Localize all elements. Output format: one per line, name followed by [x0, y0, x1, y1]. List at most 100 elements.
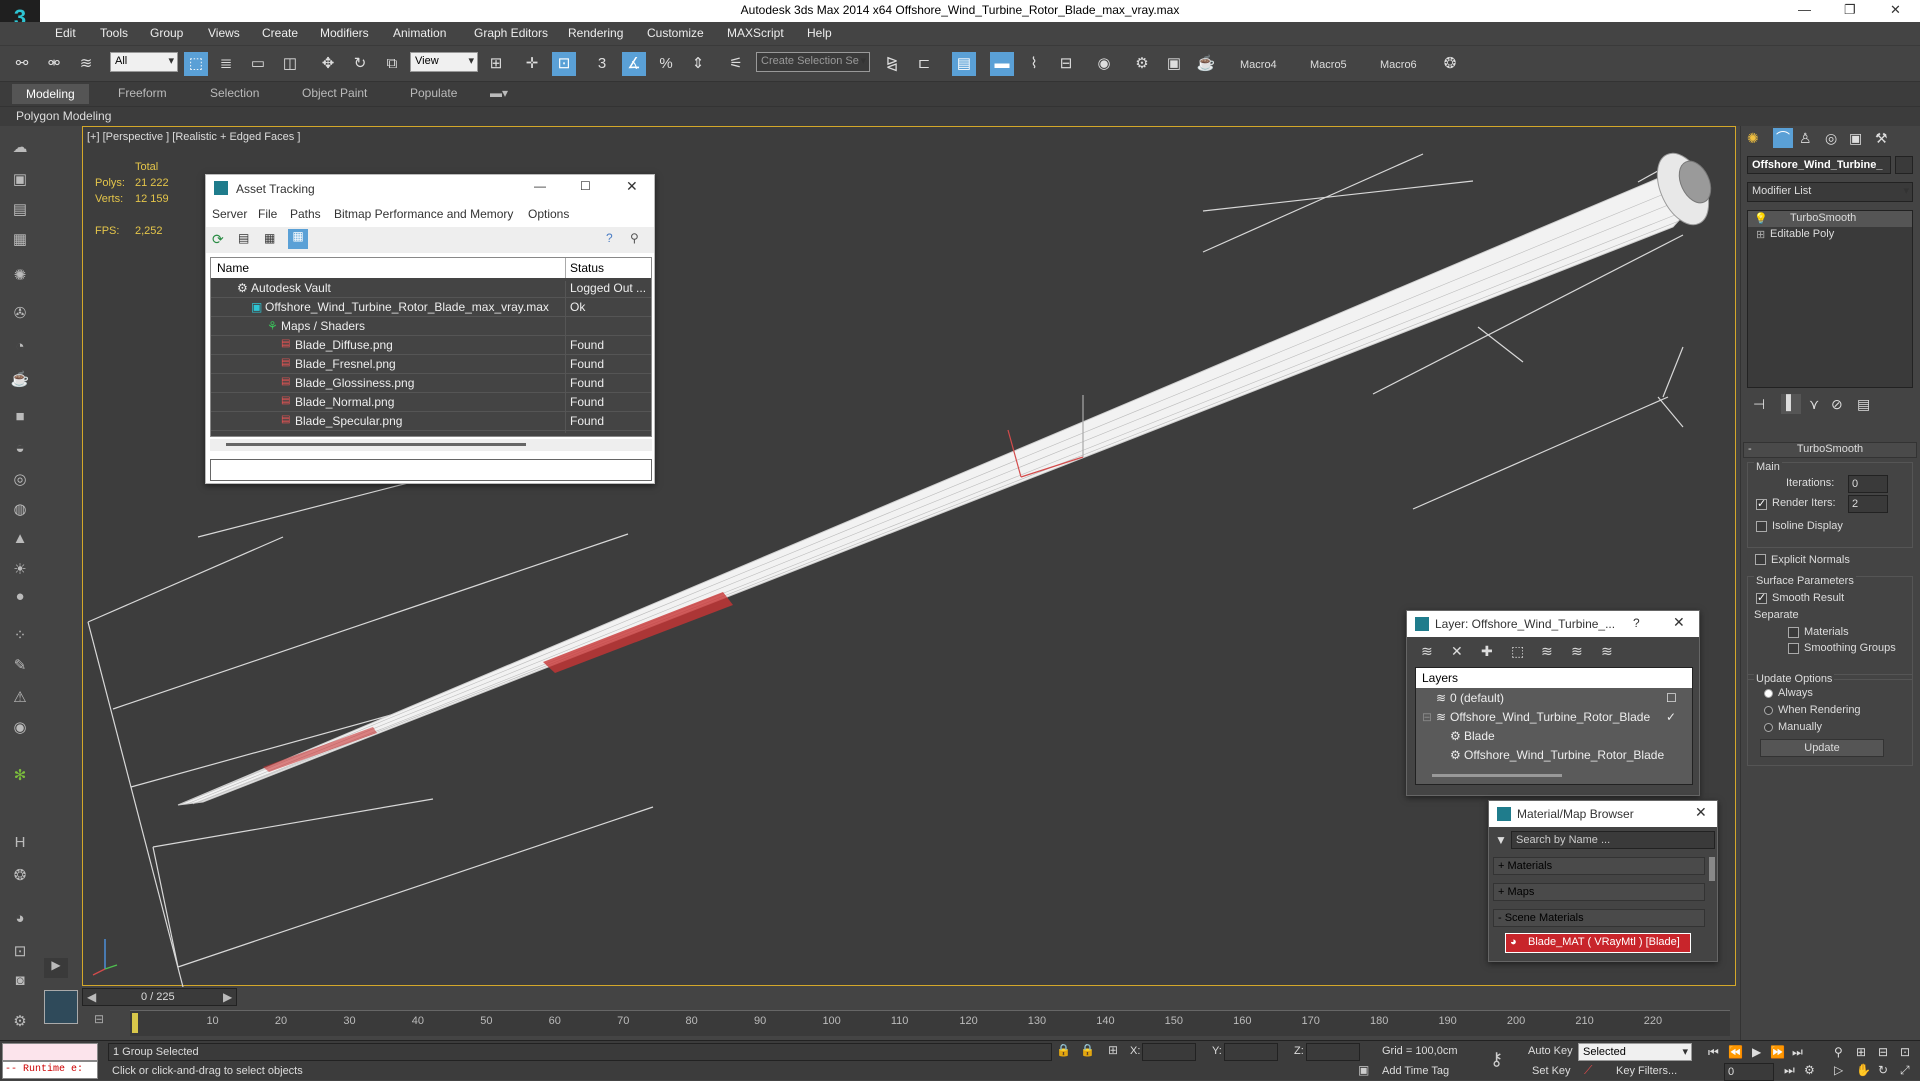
zoom-all-icon[interactable]: ⊞ — [1856, 1045, 1866, 1059]
materials-checkbox[interactable] — [1788, 627, 1799, 638]
table-icon[interactable]: ▦ — [288, 229, 308, 249]
object-color-swatch[interactable] — [1895, 156, 1913, 174]
menu-help[interactable]: Help — [807, 26, 832, 40]
layer-dialog-titlebar[interactable]: Layer: Offshore_Wind_Turbine_... ? ✕ — [1407, 611, 1699, 637]
close-icon[interactable]: ✕ — [626, 178, 638, 195]
at-menu-paths[interactable]: Paths — [290, 207, 321, 221]
hierarchy-tab-icon[interactable]: ♙ — [1799, 130, 1812, 147]
maximize-viewport-icon[interactable]: ⤢ — [1900, 1063, 1910, 1078]
smooth-result-checkbox[interactable] — [1756, 591, 1767, 604]
named-selection-set-input[interactable]: Create Selection Se — [756, 52, 870, 72]
bind-space-warp-icon[interactable]: ≋ — [74, 52, 98, 76]
isolate-icon[interactable]: 🔒 — [1056, 1043, 1071, 1057]
render-production-icon[interactable]: ☕ — [1194, 52, 1218, 76]
next-key-icon[interactable]: ⏩ — [1770, 1045, 1785, 1059]
toggle-ribbon-icon[interactable]: ▬ — [990, 52, 1014, 76]
macro5-button[interactable]: Macro5 — [1310, 59, 1347, 71]
pin-icon[interactable]: ⚲ — [630, 231, 639, 245]
close-icon[interactable]: ✕ — [1890, 2, 1901, 18]
mirror-icon[interactable]: ⧎ — [880, 52, 904, 76]
asset-row-map[interactable]: ▤ Blade_Normal.png Found — [211, 393, 651, 414]
asset-row-maps[interactable]: ⚘ Maps / Shaders — [211, 317, 651, 338]
asset-row-max-file[interactable]: ▣ Offshore_Wind_Turbine_Rotor_Blade_max_… — [211, 298, 651, 319]
set-key-button[interactable]: Set Key — [1532, 1065, 1571, 1077]
cylinder-icon[interactable]: ◍ — [8, 500, 32, 522]
shading-icon[interactable]: ◕ — [8, 910, 32, 932]
modify-tab-icon[interactable]: ⌒ — [1773, 128, 1793, 148]
unlink-icon[interactable]: ⚮ — [42, 52, 66, 76]
ref-coord-dropdown[interactable]: View — [410, 52, 478, 72]
light-icon[interactable]: ✺ — [8, 266, 32, 288]
col-status-header[interactable]: Status — [565, 258, 608, 278]
menu-views[interactable]: Views — [208, 26, 240, 40]
keyboard-shortcut-icon[interactable]: ⊡ — [552, 52, 576, 76]
pan-icon[interactable]: ✋ — [1856, 1063, 1871, 1077]
asset-row-map[interactable]: ▤ Blade_Glossiness.png Found — [211, 374, 651, 395]
orbit-icon[interactable]: ↻ — [1878, 1063, 1888, 1077]
help-icon[interactable]: ? — [1633, 616, 1640, 630]
explicit-normals-checkbox[interactable] — [1755, 554, 1766, 565]
menu-edit[interactable]: Edit — [55, 26, 76, 40]
minimize-icon[interactable]: — — [1798, 2, 1811, 17]
absolute-mode-icon[interactable]: ⊞ — [1108, 1043, 1118, 1057]
z-coord-field[interactable] — [1306, 1043, 1360, 1061]
sphere-icon[interactable]: ◒ — [8, 440, 32, 462]
layer-row[interactable]: ⚙ Offshore_Wind_Turbine_Rotor_Blade — [1416, 746, 1692, 765]
bulb-icon[interactable]: 💡 — [1754, 212, 1768, 225]
mat-scrollbar[interactable] — [1709, 857, 1715, 881]
torus-icon[interactable]: ◎ — [8, 470, 32, 492]
manually-radio[interactable] — [1764, 723, 1773, 732]
isoline-checkbox[interactable] — [1756, 521, 1767, 532]
group-maps[interactable]: + Maps — [1493, 883, 1705, 901]
tree-icon[interactable]: ▦ — [264, 231, 275, 245]
align-icon[interactable]: ⊏ — [912, 52, 936, 76]
sun-icon[interactable]: ☀ — [8, 560, 32, 582]
move-icon[interactable]: ✥ — [316, 52, 340, 76]
current-frame-field[interactable]: 0 — [1724, 1063, 1774, 1081]
window-crossing-icon[interactable]: ◫ — [278, 52, 302, 76]
render-icon[interactable]: ▣ — [8, 170, 32, 192]
selection-filter-dropdown[interactable]: All — [110, 52, 178, 72]
layers-header-label[interactable]: Layers — [1422, 671, 1458, 685]
minimize-icon[interactable]: — — [534, 179, 546, 193]
at-menu-server[interactable]: Server — [212, 207, 247, 221]
tab-freeform[interactable]: Freeform — [118, 86, 167, 100]
auto-key-button[interactable]: Auto Key — [1528, 1045, 1573, 1057]
object-name-field[interactable]: Offshore_Wind_Turbine_ — [1747, 156, 1891, 174]
collapse-icon[interactable]: ⊟ — [1422, 710, 1432, 724]
menu-tools[interactable]: Tools — [100, 26, 128, 40]
menu-modifiers[interactable]: Modifiers — [320, 26, 369, 40]
camera-icon[interactable]: ✇ — [8, 304, 32, 326]
motion-tab-icon[interactable]: ◎ — [1825, 130, 1837, 147]
prev-key-icon[interactable]: ⏪ — [1728, 1045, 1743, 1059]
key-mode-icon[interactable]: ⏭ — [1784, 1063, 1795, 1078]
maxscript-listener-top[interactable] — [2, 1043, 98, 1061]
render-iters-spinner[interactable]: 2 — [1848, 495, 1888, 513]
scrollbar-thumb[interactable] — [226, 443, 526, 446]
render-iters-checkbox[interactable] — [1756, 497, 1767, 510]
select-object-icon[interactable]: ⬚ — [184, 52, 208, 76]
paint-icon[interactable]: ✎ — [8, 656, 32, 678]
active-layer-check-icon[interactable]: ✓ — [1666, 710, 1676, 724]
group-materials[interactable]: + Materials — [1493, 857, 1705, 875]
max-icon[interactable]: ◙ — [8, 972, 32, 994]
lock-selection-icon[interactable]: 🔒 — [1080, 1043, 1095, 1057]
render-setup-icon[interactable]: ⚙ — [1130, 52, 1154, 76]
help-icon[interactable]: ? — [606, 231, 613, 245]
selected-set-dropdown[interactable]: Selected — [1578, 1043, 1692, 1061]
next-frame-icon[interactable]: ▶ — [223, 990, 232, 1004]
layers-scrollbar[interactable] — [1432, 774, 1562, 777]
mat-browser-titlebar[interactable]: Material/Map Browser ✕ — [1489, 801, 1717, 827]
schematic-view-icon[interactable]: ⊟ — [1054, 52, 1078, 76]
link-icon[interactable]: ⚯ — [10, 52, 34, 76]
goto-end-icon[interactable]: ⏭ — [1792, 1045, 1803, 1060]
maximize-icon[interactable]: ❐ — [1844, 2, 1856, 18]
asset-row-map[interactable]: ▤ Blade_Diffuse.png Found — [211, 336, 651, 357]
at-menu-bitmap[interactable]: Bitmap Performance and Memory — [334, 207, 513, 221]
select-by-name-icon[interactable]: ≣ — [214, 52, 238, 76]
zoom-icon[interactable]: ⚲ — [1834, 1045, 1843, 1059]
menu-graph-editors[interactable]: Graph Editors — [474, 26, 548, 40]
edit-named-selection-icon[interactable]: ⚟ — [724, 52, 748, 76]
asset-row-map[interactable]: ▤ Blade_Fresnel.png Found — [211, 355, 651, 376]
viewport-label[interactable]: [+] [Perspective ] [Realistic + Edged Fa… — [87, 131, 300, 143]
